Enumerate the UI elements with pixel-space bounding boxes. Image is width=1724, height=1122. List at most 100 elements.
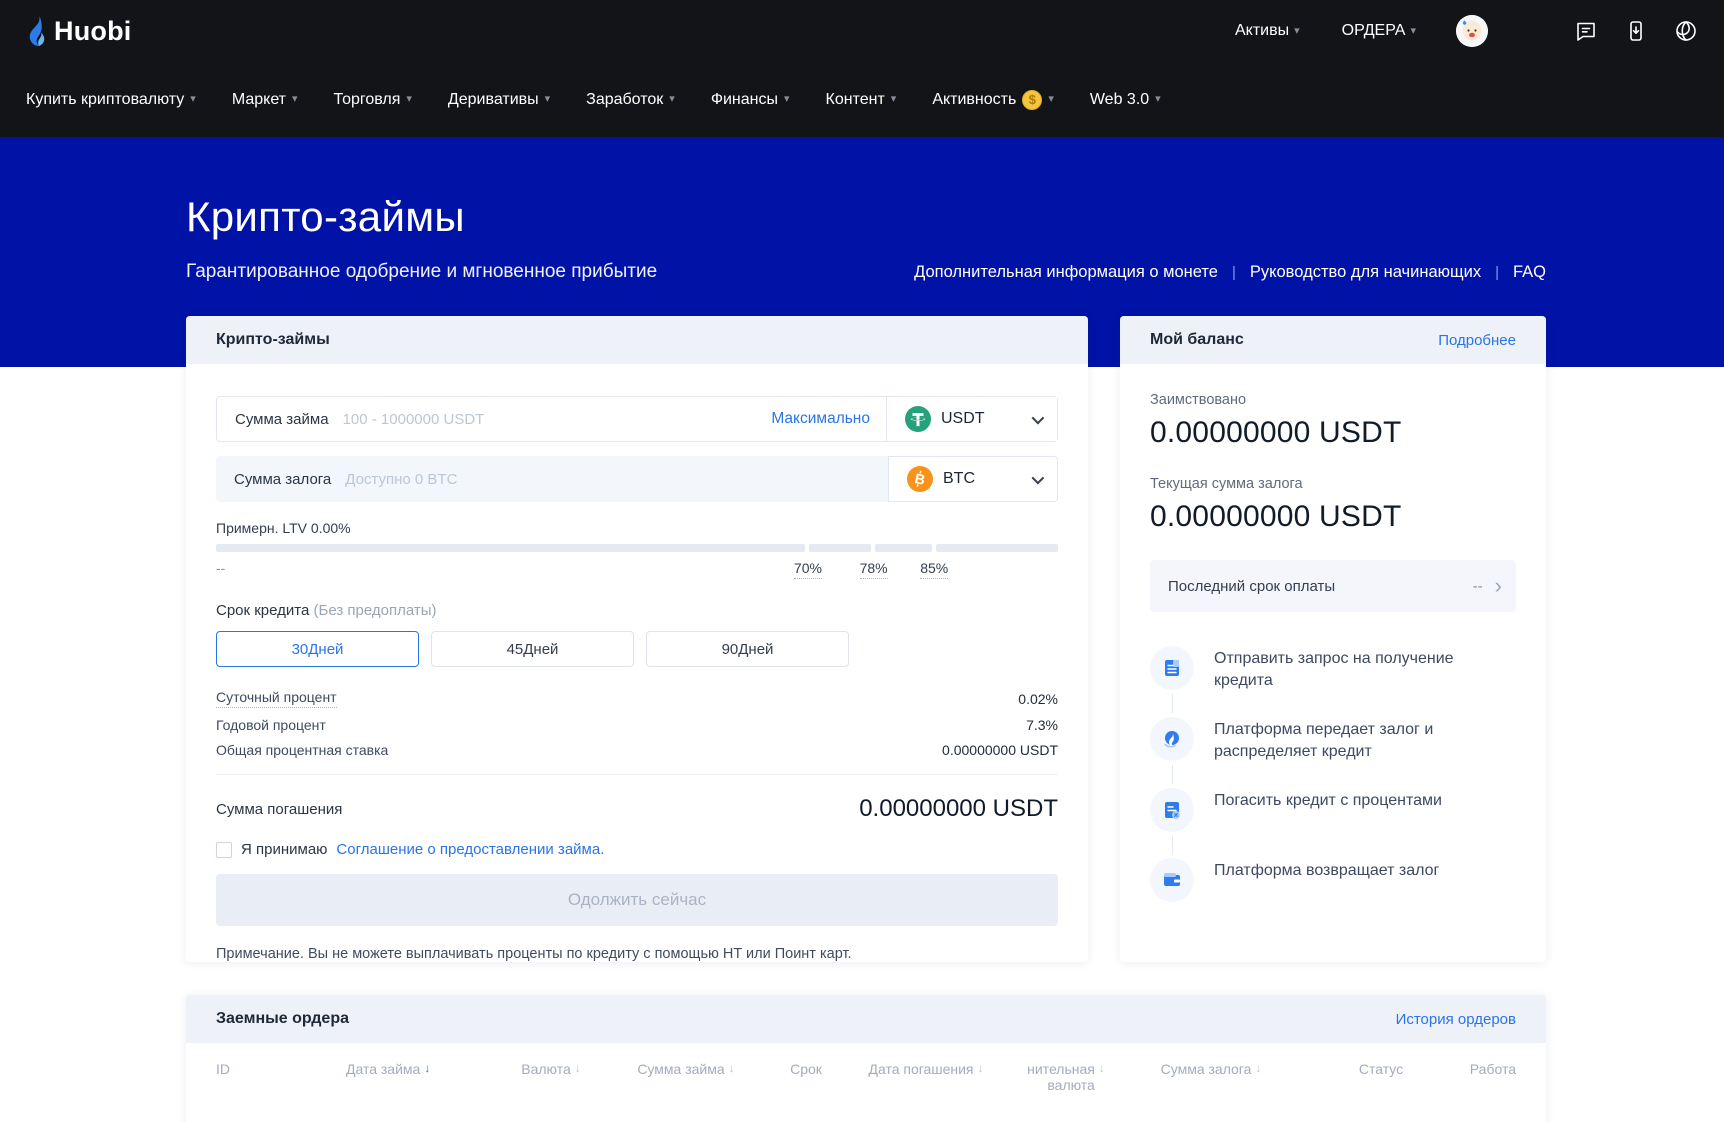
current-collateral-value: 0.00000000 USDT — [1150, 500, 1516, 534]
column-additional-currency[interactable]: нительная валюта ↓ — [1006, 1061, 1126, 1093]
sort-down-icon[interactable]: ↓ — [1255, 1061, 1261, 1075]
btc-icon: B — [907, 466, 933, 492]
orders-menu[interactable]: ОРДЕРА ▾ — [1342, 22, 1416, 40]
agreement-row: Я принимаю Соглашение о предоставлении з… — [216, 841, 1058, 858]
orders-header: Заемные ордера История ордеров — [186, 995, 1546, 1043]
avatar-face-icon — [1456, 15, 1488, 47]
column-loan-amount[interactable]: Сумма займа ↓ — [606, 1061, 766, 1077]
hero-subtitle: Гарантированное одобрение и мгновенное п… — [186, 261, 657, 283]
step-text: Погасить кредит с процентами — [1214, 788, 1442, 812]
crypto-loans-card: Крипто-займы Сумма займа Максимально USD… — [186, 316, 1088, 962]
caret-down-icon: ▾ — [669, 94, 675, 105]
term-45-days-button[interactable]: 45Дней — [431, 631, 634, 667]
loan-amount-input[interactable] — [343, 411, 772, 428]
column-currency[interactable]: Валюта ↓ — [496, 1061, 606, 1077]
nav-derivatives[interactable]: Деривативы▾ — [448, 91, 550, 109]
sort-down-icon[interactable]: ↓ — [729, 1061, 735, 1075]
collateral-amount-input[interactable] — [345, 471, 872, 488]
agreement-checkbox[interactable] — [216, 842, 232, 858]
transfer-collateral-icon — [1150, 717, 1194, 761]
term-label-text: Срок кредита — [216, 602, 309, 619]
repayment-value: 0.00000000 USDT — [859, 795, 1058, 823]
nav-activity[interactable]: Активность$▾ — [932, 90, 1054, 110]
collateral-currency-select[interactable]: B BTC — [888, 456, 1058, 502]
steps-connector-line — [1172, 670, 1173, 878]
sort-down-icon[interactable]: ↓ — [978, 1061, 984, 1075]
ltv-marks: -- 70% 78% 85% — [216, 560, 1058, 582]
loan-amount-field: Сумма займа Максимально — [217, 397, 886, 441]
coin-info-link[interactable]: Дополнительная информация о монете — [914, 263, 1218, 282]
faq-link[interactable]: FAQ — [1513, 263, 1546, 282]
nav-earn[interactable]: Заработок ▾ — [586, 91, 675, 109]
column-label: Статус — [1359, 1061, 1403, 1077]
current-collateral-label: Текущая сумма залога — [1150, 476, 1516, 492]
nav-trade[interactable]: Торговля▾ — [334, 91, 412, 109]
support-chat-icon[interactable] — [1574, 19, 1598, 43]
nav-label: Купить криптовалюту — [26, 91, 184, 109]
topbar-icons — [1574, 19, 1698, 43]
sort-down-icon[interactable]: ↓ — [424, 1061, 430, 1075]
step-text: Платформа передает залог и распределяет … — [1214, 717, 1514, 762]
order-history-link[interactable]: История ордеров — [1396, 1011, 1516, 1028]
balance-details-link[interactable]: Подробнее — [1438, 332, 1516, 349]
chevron-right-icon: › — [1495, 575, 1502, 597]
my-balance-card: Мой баланс Подробнее Заимствовано 0.0000… — [1120, 316, 1546, 962]
sort-down-icon[interactable]: ↓ — [575, 1061, 581, 1075]
rates-summary: Суточный процент 0.02% Годовой процент 7… — [216, 689, 1058, 758]
sort-down-icon[interactable]: ↓ — [1099, 1061, 1105, 1075]
column-action: Работа — [1466, 1061, 1516, 1077]
app-download-icon[interactable] — [1624, 19, 1648, 43]
step-text: Отправить запрос на получение кредита — [1214, 646, 1514, 691]
balance-card-header: Мой баланс Подробнее — [1120, 316, 1546, 364]
caret-down-icon: ▾ — [1410, 26, 1416, 37]
max-amount-link[interactable]: Максимально — [771, 410, 870, 428]
nav-finance[interactable]: Финансы▾ — [711, 91, 790, 109]
wallet-return-icon — [1150, 858, 1194, 902]
total-rate-label: Общая процентная ставка — [216, 742, 388, 758]
step-request: Отправить запрос на получение кредита — [1150, 646, 1516, 691]
language-globe-icon[interactable] — [1674, 19, 1698, 43]
top-bar: Huobi Активы ▾ ОРДЕРА ▾ — [0, 0, 1724, 62]
due-date-row[interactable]: Последний срок оплаты -- › — [1150, 560, 1516, 612]
annual-rate-label: Годовой процент — [216, 717, 326, 733]
term-90-days-button[interactable]: 90Дней — [646, 631, 849, 667]
huobi-logo[interactable]: Huobi — [26, 16, 131, 47]
term-buttons: 30Дней 45Дней 90Дней — [216, 631, 1058, 667]
column-collateral-amount[interactable]: Сумма залога ↓ — [1126, 1061, 1296, 1077]
column-label-lines: нительная валюта — [1027, 1061, 1095, 1093]
nav-content[interactable]: Контент▾ — [826, 91, 897, 109]
due-date-label: Последний срок оплаты — [1168, 578, 1473, 595]
borrow-now-button[interactable]: Одолжить сейчас — [216, 874, 1058, 926]
column-status: Статус — [1296, 1061, 1466, 1077]
ltv-mark-70[interactable]: 70% — [794, 560, 822, 579]
loan-amount-row: Сумма займа Максимально USDT — [216, 396, 1058, 442]
column-label: Срок — [790, 1061, 822, 1077]
assets-menu[interactable]: Активы ▾ — [1235, 22, 1300, 40]
nav-web3[interactable]: Web 3.0▾ — [1090, 91, 1161, 109]
agreement-text: Я принимаю — [241, 841, 327, 858]
column-label: нительная — [1027, 1061, 1095, 1077]
term-label: Срок кредита (Без предоплаты) — [216, 602, 1058, 619]
ltv-slider-track[interactable] — [216, 544, 1058, 552]
column-loan-date[interactable]: Дата займа ↓ — [346, 1061, 496, 1077]
term-30-days-button[interactable]: 30Дней — [216, 631, 419, 667]
assets-label: Активы — [1235, 22, 1289, 40]
column-label: Работа — [1470, 1061, 1516, 1077]
separator: | — [1495, 264, 1499, 281]
step-return-collateral: Платформа возвращает залог — [1150, 858, 1516, 902]
user-avatar[interactable] — [1456, 15, 1488, 47]
column-repayment-date[interactable]: Дата погашения ↓ — [846, 1061, 1006, 1077]
nav-label: Заработок — [586, 91, 663, 109]
loan-currency-select[interactable]: USDT — [887, 397, 1057, 441]
loan-agreement-link[interactable]: Соглашение о предоставлении займа. — [336, 841, 604, 858]
column-label: ID — [216, 1061, 230, 1077]
nav-buy-crypto[interactable]: Купить криптовалюту▾ — [26, 91, 196, 109]
ltv-slider[interactable]: -- 70% 78% 85% — [216, 544, 1058, 582]
ltv-mark-78[interactable]: 78% — [860, 560, 888, 579]
beginner-guide-link[interactable]: Руководство для начинающих — [1250, 263, 1481, 282]
repay-with-interest-icon — [1150, 788, 1194, 832]
nav-market[interactable]: Маркет▾ — [232, 91, 298, 109]
caret-down-icon: ▾ — [891, 94, 897, 105]
ltv-mark-85[interactable]: 85% — [920, 560, 948, 579]
column-id: ID — [216, 1061, 346, 1077]
